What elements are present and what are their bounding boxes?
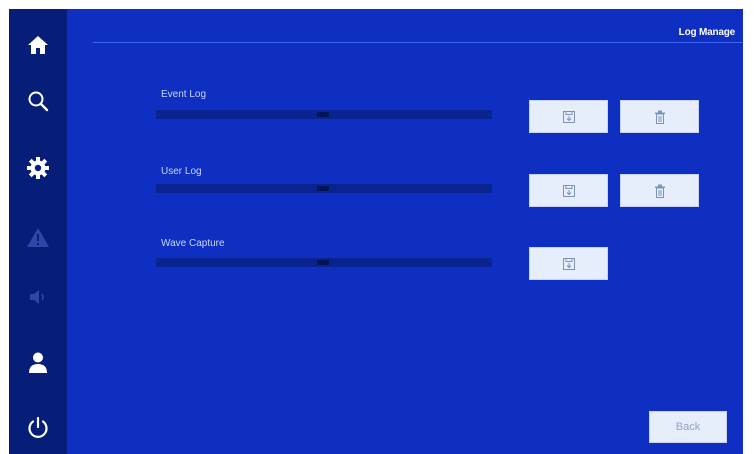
event-log-progress-marker	[317, 112, 329, 117]
trash-icon	[654, 110, 665, 124]
back-button[interactable]: Back	[649, 411, 727, 443]
home-icon	[28, 36, 48, 54]
save-icon	[562, 257, 575, 270]
log-manage-screen: Log Manage Event Log User Log Wave Captu…	[0, 0, 754, 454]
nav-user[interactable]	[9, 341, 67, 385]
search-icon	[28, 91, 49, 112]
title-divider	[93, 42, 743, 43]
event-log-progress-bar	[156, 110, 492, 119]
nav-audio[interactable]	[9, 275, 67, 319]
event-log-label: Event Log	[161, 89, 207, 100]
user-log-delete-button[interactable]	[620, 174, 699, 207]
power-icon	[28, 416, 48, 438]
user-log-save-button[interactable]	[529, 174, 608, 207]
wave-capture-label: Wave Capture	[161, 238, 225, 249]
save-icon	[562, 110, 575, 123]
user-log-label: User Log	[161, 166, 202, 177]
event-log-save-button[interactable]	[529, 100, 608, 133]
nav-settings[interactable]	[9, 146, 67, 190]
user-log-progress-marker	[317, 186, 329, 191]
wave-capture-progress-marker	[317, 260, 329, 265]
gear-icon	[27, 157, 49, 179]
save-icon	[562, 184, 575, 197]
trash-icon	[654, 184, 665, 198]
user-log-progress-bar	[156, 184, 492, 193]
main-panel: Log Manage Event Log User Log Wave Captu…	[67, 9, 743, 454]
sidebar	[9, 9, 67, 454]
nav-home[interactable]	[9, 23, 67, 67]
user-icon	[29, 352, 47, 373]
wave-capture-progress-bar	[156, 258, 492, 267]
nav-search[interactable]	[9, 79, 67, 123]
nav-power[interactable]	[9, 406, 67, 450]
nav-alarms[interactable]	[9, 215, 67, 259]
speaker-icon	[30, 290, 44, 304]
wave-capture-save-button[interactable]	[529, 247, 608, 280]
page-title: Log Manage	[678, 27, 736, 38]
event-log-delete-button[interactable]	[620, 100, 699, 133]
warning-icon	[27, 228, 49, 247]
